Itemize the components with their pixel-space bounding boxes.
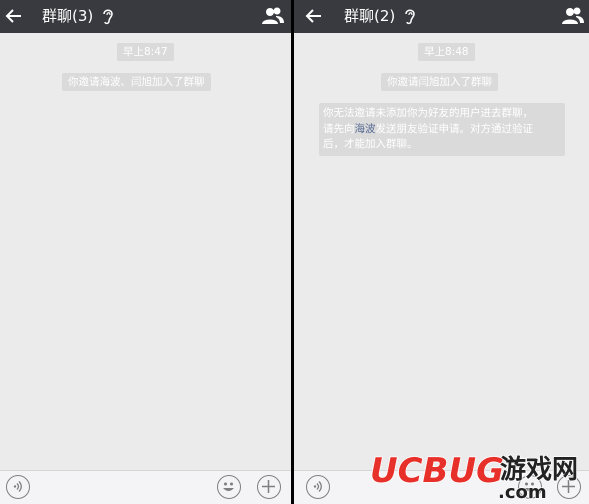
input-bar — [0, 470, 291, 504]
ucbug-watermark-logo: UCBUG 游戏网 .com — [370, 450, 579, 500]
voice-icon — [313, 481, 322, 492]
timestamp: 早上8:47 — [117, 43, 174, 61]
left-chat-screen: 群聊(3) 早上8:47 你邀请海波、闫旭加入了群聊 — [0, 0, 291, 504]
voice-button[interactable] — [306, 475, 330, 499]
voice-icon — [13, 481, 22, 492]
title-bar: 群聊(2) — [294, 0, 589, 33]
warning-line-1: 你无法邀请未添加你为好友的用户进去群聊， — [323, 107, 533, 119]
warning-line-2-post: 发送朋友验证申请。对方通过验证 — [375, 122, 534, 135]
back-arrow-icon[interactable] — [304, 6, 324, 26]
watermark-domain: .com — [498, 482, 547, 500]
right-chat-screen: 群聊(2) 早上8:48 你邀请闫旭加入了群聊 你无法邀请未添加你为好友的用户进… — [294, 0, 589, 504]
group-members-icon[interactable] — [261, 7, 285, 25]
warning-line-3: 后，才能加入群聊。 — [323, 138, 418, 150]
ear-icon — [405, 9, 415, 25]
group-members-icon[interactable] — [561, 7, 585, 25]
chat-title: 群聊(3) — [42, 7, 94, 25]
system-message: 你邀请闫旭加入了群聊 — [381, 73, 498, 91]
watermark-chinese: 游戏网 — [500, 455, 578, 485]
ear-icon — [103, 9, 113, 25]
title-bar: 群聊(3) — [0, 0, 291, 33]
more-button[interactable] — [257, 475, 281, 499]
friend-name-link[interactable]: 海波 — [355, 123, 376, 135]
voice-button[interactable] — [6, 475, 30, 499]
warning-line-2-pre: 请先向 — [323, 122, 355, 135]
back-arrow-icon[interactable] — [4, 6, 24, 26]
smiley-icon — [223, 482, 234, 491]
emoji-button[interactable] — [217, 475, 241, 499]
chat-title: 群聊(2) — [344, 7, 396, 25]
plus-icon — [262, 480, 275, 493]
timestamp: 早上8:48 — [418, 43, 475, 61]
watermark-brand: UCBUG — [370, 451, 504, 491]
system-message: 你邀请海波、闫旭加入了群聊 — [62, 73, 211, 91]
invite-warning-message: 你无法邀请未添加你为好友的用户进去群聊， 请先向海波发送朋友验证申请。对方通过验… — [319, 103, 565, 156]
